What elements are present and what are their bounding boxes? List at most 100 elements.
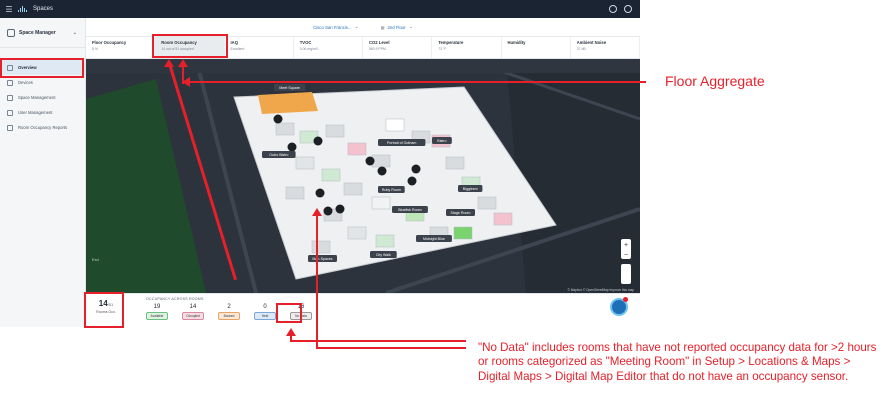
room-label[interactable]: Stage Room — [446, 209, 475, 216]
highlight-overview — [0, 58, 84, 78]
room-tile[interactable] — [445, 156, 465, 170]
occupancy-pin-icon[interactable] — [273, 114, 283, 124]
hamburger-menu-icon[interactable]: ☰ — [0, 5, 18, 14]
street-top — [86, 59, 640, 73]
metric-label: TVOC — [299, 40, 312, 45]
stat-value: 0 — [263, 304, 267, 310]
stat-value: 19 — [153, 304, 161, 310]
room-tile[interactable] — [295, 156, 315, 170]
location-select[interactable]: Cisco San Francis... ⌄ — [313, 24, 359, 30]
metric-ambient-noise[interactable]: Ambient Noise 37 dB — [571, 37, 640, 58]
room-tile[interactable] — [371, 196, 391, 210]
room-label-text: Stage Room — [451, 211, 471, 215]
room-label-text: Ruby Room — [382, 188, 401, 192]
sidebar-item-label: Space Management — [18, 95, 56, 100]
metric-iaq[interactable]: IAQ Excellent — [225, 37, 294, 58]
stat-value: 14 — [189, 304, 197, 310]
room-tile[interactable] — [477, 196, 497, 210]
stat-occupied[interactable]: 14 Occupied — [182, 304, 204, 320]
room-label[interactable]: Ruby Room — [378, 186, 405, 193]
occupancy-pin-icon[interactable] — [287, 142, 297, 152]
zoom-in-icon[interactable]: + — [624, 242, 628, 249]
floor-icon: ▦ — [380, 24, 385, 30]
room-tile[interactable] — [347, 142, 367, 156]
room-label-text: Meet Square — [279, 86, 300, 90]
room-tile[interactable] — [493, 212, 513, 226]
sidebar-item-label: Room Occupancy Reports — [18, 125, 68, 130]
room-label-text: Bluefish Room — [398, 208, 421, 212]
chevron-down-icon: ⌄ — [72, 29, 77, 36]
room-tile[interactable] — [325, 124, 345, 138]
notification-badge — [623, 297, 628, 302]
room-label[interactable]: Biggiesm — [458, 185, 483, 192]
room-tile[interactable] — [371, 154, 391, 168]
room-tile[interactable] — [375, 234, 395, 248]
no-data-note: "No Data" includes rooms that have not r… — [478, 341, 877, 383]
room-label[interactable]: Midnight Blue — [416, 235, 452, 242]
room-label[interactable]: City Walk — [370, 251, 397, 258]
occupancy-pin-icon[interactable] — [411, 164, 421, 174]
room-label[interactable]: Meet Square — [274, 84, 306, 91]
sidebar-item-room-occupancy-reports[interactable]: Room Occupancy Reports — [0, 120, 85, 135]
occupancy-pin-icon[interactable] — [377, 166, 387, 176]
room-label[interactable]: Bistro — [432, 137, 452, 144]
floor-map[interactable]: Meet Square Portrait of Gotham Bistro Outro… — [86, 59, 640, 293]
floor-select[interactable]: ▦ 2nd Floor ⌄ — [381, 24, 413, 30]
room-tile[interactable] — [285, 186, 305, 200]
occupancy-summary: 14/51 Rooms Occ. OCCUPANCY ACROSS ROOMS … — [86, 293, 640, 327]
metric-value: 8 % — [92, 47, 98, 51]
metric-value: Excellent — [230, 47, 245, 51]
room-tile[interactable] — [311, 240, 331, 254]
occupancy-pin-icon[interactable] — [313, 136, 323, 146]
annotated-screenshot: ☰ Spaces Cisco San Francis... ⌄ ▦ 2nd Fl… — [0, 0, 887, 413]
zoom-out-icon[interactable]: − — [624, 252, 628, 259]
metric-humidity[interactable]: Humidity — [502, 37, 571, 58]
metric-label: Temperature — [438, 40, 464, 45]
metric-floor-occupancy[interactable]: Floor Occupancy 8 % — [86, 37, 156, 58]
nav-icon — [7, 124, 13, 131]
occupancy-title: OCCUPANCY ACROSS ROOMS — [146, 297, 204, 301]
room-tile[interactable] — [275, 122, 295, 136]
metric-label: IAQ — [230, 40, 238, 45]
room-tile[interactable] — [347, 226, 367, 240]
room-tile[interactable] — [321, 168, 341, 182]
stat-held[interactable]: 0 Held — [254, 304, 276, 320]
room-label[interactable]: Portrait of Gotham — [378, 139, 426, 146]
room-tile[interactable] — [453, 226, 473, 240]
metric-label: CO2 Level — [369, 40, 390, 45]
building-floor — [233, 86, 557, 280]
park-area — [86, 79, 206, 293]
room-label[interactable]: Bluefish Room — [392, 206, 428, 213]
metric-tvoc[interactable]: TVOC 0.06 mg/m3 — [294, 37, 363, 58]
workspace-switcher[interactable]: Space Manager ⌄ — [0, 18, 85, 48]
stat-available[interactable]: 19 Available — [146, 304, 168, 320]
cisco-logo-icon — [18, 6, 27, 12]
room-tile[interactable] — [343, 182, 363, 196]
occupancy-pin-icon[interactable] — [335, 204, 345, 214]
legend-button[interactable] — [621, 264, 631, 284]
room-tile[interactable] — [385, 118, 405, 132]
metric-label: Floor Occupancy — [92, 40, 127, 45]
stat-value: 2 — [227, 304, 231, 310]
sidebar-item-user-management[interactable]: User Management — [0, 105, 85, 120]
floor-value: 2nd Floor — [387, 24, 406, 30]
chevron-down-icon: ⌄ — [408, 24, 413, 30]
help-icon[interactable] — [609, 5, 617, 13]
metric-temperature[interactable]: Temperature 73 °F — [432, 37, 502, 58]
workspace-name: Space Manager — [19, 29, 56, 36]
metric-co2-level[interactable]: CO2 Level 560.9 PPM — [363, 37, 433, 58]
highlight-rooms-occupied — [84, 292, 124, 328]
user-profile-icon[interactable] — [624, 5, 632, 13]
occupancy-pin-icon[interactable] — [365, 156, 375, 166]
map-watermark: Esri — [92, 257, 99, 262]
occupancy-pin-icon[interactable] — [323, 206, 333, 216]
stat-booked[interactable]: 2 Booked — [218, 304, 240, 320]
occupancy-pin-icon[interactable] — [315, 188, 325, 198]
floor-aggregate-label: Floor Aggregate — [665, 73, 765, 89]
occupancy-pin-icon[interactable] — [407, 176, 417, 186]
room-label-text: Man-Spaces — [312, 257, 332, 261]
sidebar-item-space-management[interactable]: Space Management — [0, 90, 85, 105]
room-label[interactable]: Outro Bistro — [262, 151, 296, 158]
room-label[interactable]: Man-Spaces — [308, 255, 337, 262]
street — [194, 59, 258, 293]
